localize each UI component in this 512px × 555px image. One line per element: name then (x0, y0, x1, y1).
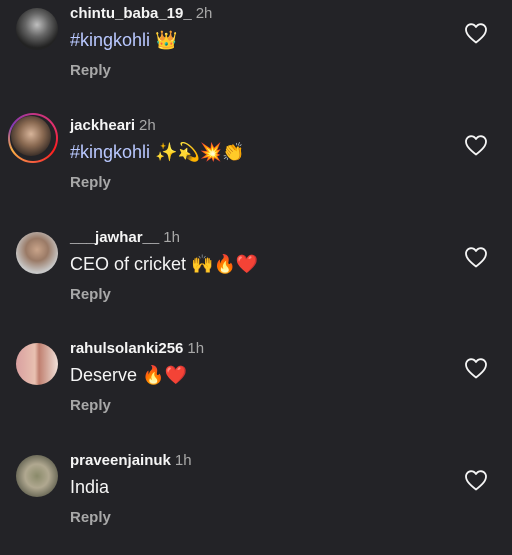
reply-button[interactable]: Reply (70, 62, 111, 79)
comment-emojis: 🔥❤️ (142, 365, 187, 385)
reply-button[interactable]: Reply (70, 286, 111, 303)
avatar[interactable] (16, 8, 58, 50)
comment-emojis: 👑 (155, 30, 178, 50)
heart-icon[interactable] (464, 469, 488, 491)
timestamp: 1h (187, 340, 205, 357)
avatar-story-ring[interactable] (8, 113, 58, 163)
timestamp: 2h (195, 5, 213, 22)
avatar[interactable] (16, 232, 58, 274)
username[interactable]: chintu_baba_19_ (70, 5, 192, 22)
username[interactable]: rahulsolanki256 (70, 340, 183, 357)
username[interactable]: praveenjainuk (70, 452, 171, 469)
heart-icon[interactable] (464, 134, 488, 156)
comment-body: Deserve (70, 365, 138, 385)
comment-emojis: 🙌🔥❤️ (191, 254, 259, 274)
comment-header: jackheari 2h (70, 117, 156, 135)
comment-item: ___jawhar__ 1h CEO of cricket 🙌🔥❤️ Reply (0, 229, 512, 332)
comment-item: praveenjainuk 1h India Reply (0, 452, 512, 555)
timestamp: 2h (139, 117, 156, 134)
heart-icon[interactable] (464, 246, 488, 268)
heart-icon[interactable] (464, 357, 488, 379)
comment-emojis: ✨💫💥👏 (155, 142, 245, 162)
timestamp: 1h (163, 229, 180, 246)
avatar[interactable] (16, 455, 58, 497)
hashtag-link[interactable]: #kingkohli (70, 142, 150, 162)
username[interactable]: jackheari (70, 117, 135, 134)
comment-item: rahulsolanki256 1h Deserve 🔥❤️ Reply (0, 340, 512, 443)
comment-text: #kingkohli 👑 (70, 30, 178, 51)
comment-body: CEO of cricket (70, 254, 187, 274)
comment-header: praveenjainuk 1h (70, 452, 192, 470)
hashtag-link[interactable]: #kingkohli (70, 30, 150, 50)
comment-item: chintu_baba_19_ 2h #kingkohli 👑 Reply (0, 5, 512, 108)
comment-header: rahulsolanki256 1h (70, 340, 204, 358)
comment-item: jackheari 2h #kingkohli ✨💫💥👏 Reply (0, 113, 512, 220)
heart-icon[interactable] (464, 22, 488, 44)
username[interactable]: ___jawhar__ (70, 229, 159, 246)
reply-button[interactable]: Reply (70, 509, 111, 526)
comment-text: India (70, 477, 109, 498)
reply-button[interactable]: Reply (70, 397, 111, 414)
comment-text: #kingkohli ✨💫💥👏 (70, 142, 245, 163)
comment-text: Deserve 🔥❤️ (70, 365, 187, 386)
comment-body: India (70, 477, 110, 497)
reply-button[interactable]: Reply (70, 174, 111, 191)
comment-header: chintu_baba_19_ 2h (70, 5, 212, 23)
avatar[interactable] (16, 343, 58, 385)
comment-header: ___jawhar__ 1h (70, 229, 180, 247)
comment-text: CEO of cricket 🙌🔥❤️ (70, 254, 258, 275)
timestamp: 1h (174, 452, 192, 469)
